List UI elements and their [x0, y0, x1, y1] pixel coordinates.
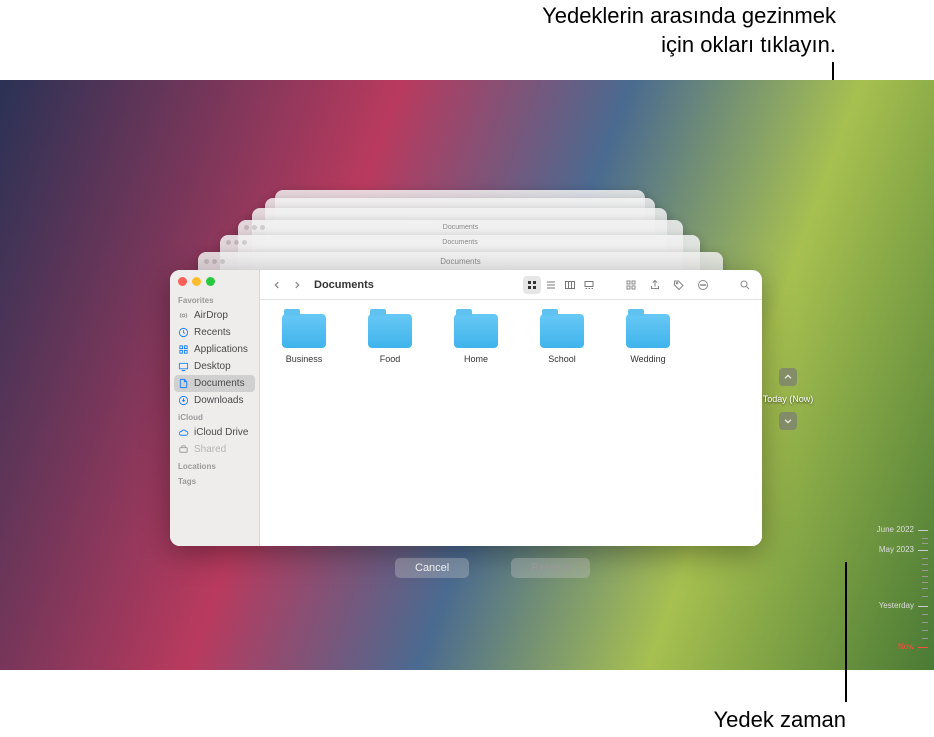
folder-icon [368, 314, 412, 348]
airdrop-icon [178, 310, 189, 321]
timeline-nav: Today (Now) [778, 368, 798, 430]
sidebar-item-applications[interactable]: Applications [170, 341, 259, 358]
finder-body: Favorites AirDrop Recents Applications D… [170, 270, 762, 546]
timeline-label: June 2022 [877, 525, 914, 534]
folder-grid: Business Food Home School [260, 300, 762, 546]
document-icon [178, 378, 189, 389]
download-icon [178, 395, 189, 406]
sidebar-item-label: Desktop [194, 361, 231, 372]
finder-sidebar: Favorites AirDrop Recents Applications D… [170, 270, 260, 546]
folder-label: Wedding [618, 354, 678, 364]
restore-button[interactable]: Restore [511, 558, 590, 578]
sidebar-section-locations: Locations [170, 458, 259, 473]
view-icons-button[interactable] [523, 276, 541, 294]
chevron-down-icon [783, 416, 793, 426]
search-button[interactable] [736, 276, 754, 294]
callout-timeline-line1: Yedek zaman [713, 706, 846, 735]
time-machine-desktop: Documents Documents Documents Favorites … [0, 80, 934, 670]
sidebar-item-shared[interactable]: Shared [170, 441, 259, 458]
view-mode-group [523, 276, 598, 294]
folder-item[interactable]: School [532, 314, 592, 364]
timeline-label: Yesterday [879, 601, 914, 610]
sidebar-item-airdrop[interactable]: AirDrop [170, 307, 259, 324]
folder-icon [454, 314, 498, 348]
window-title: Documents [314, 279, 374, 291]
folder-label: School [532, 354, 592, 364]
cloud-icon [178, 427, 189, 438]
sidebar-item-label: Recents [194, 327, 231, 338]
apps-icon [178, 344, 189, 355]
folder-item[interactable]: Wedding [618, 314, 678, 364]
cancel-button[interactable]: Cancel [395, 558, 469, 578]
folder-icon [540, 314, 584, 348]
folder-item[interactable]: Food [360, 314, 420, 364]
sidebar-item-label: AirDrop [194, 310, 228, 321]
timeline-label: May 2023 [879, 545, 914, 554]
group-button[interactable] [622, 276, 640, 294]
sidebar-item-documents[interactable]: Documents [174, 375, 255, 392]
backup-timeline[interactable]: June 2022 May 2023 Yesterday Now [858, 510, 928, 660]
sidebar-section-tags: Tags [170, 473, 259, 488]
stacked-title: Documents [442, 239, 477, 246]
forward-button[interactable] [288, 276, 306, 294]
callout-arrows: Yedeklerin arasında gezinmek için okları… [542, 2, 836, 59]
timeline-current-label: Today (Now) [763, 394, 814, 404]
view-list-button[interactable] [542, 276, 560, 294]
callout-timeline: Yedek zaman [713, 706, 846, 735]
sidebar-section-icloud: iCloud [170, 409, 259, 424]
sidebar-item-label: Applications [194, 344, 248, 355]
nav-down-button[interactable] [779, 412, 797, 430]
shared-icon [178, 444, 189, 455]
view-columns-button[interactable] [561, 276, 579, 294]
folder-item[interactable]: Business [274, 314, 334, 364]
toolbar-nav [268, 276, 306, 294]
folder-label: Food [360, 354, 420, 364]
callout-arrows-line2: için okları tıklayın. [542, 31, 836, 60]
action-buttons: Cancel Restore [395, 558, 590, 578]
finder-main: Documents [260, 270, 762, 546]
sidebar-item-label: Shared [194, 444, 226, 455]
sidebar-item-downloads[interactable]: Downloads [170, 392, 259, 409]
sidebar-item-label: Documents [194, 378, 245, 389]
close-button[interactable] [178, 277, 187, 286]
sidebar-item-label: iCloud Drive [194, 427, 248, 438]
share-button[interactable] [646, 276, 664, 294]
stacked-title: Documents [443, 224, 478, 231]
sidebar-item-recents[interactable]: Recents [170, 324, 259, 341]
tag-button[interactable] [670, 276, 688, 294]
timeline-label-now: Now [898, 642, 914, 651]
minimize-button[interactable] [192, 277, 201, 286]
window-controls [178, 277, 215, 286]
desktop-icon [178, 361, 189, 372]
folder-icon [626, 314, 670, 348]
fullscreen-button[interactable] [206, 277, 215, 286]
view-gallery-button[interactable] [580, 276, 598, 294]
folder-item[interactable]: Home [446, 314, 506, 364]
callout-leader-bottom [845, 562, 847, 702]
stacked-title: Documents [440, 257, 480, 266]
sidebar-item-label: Downloads [194, 395, 243, 406]
sidebar-item-desktop[interactable]: Desktop [170, 358, 259, 375]
sidebar-item-icloud-drive[interactable]: iCloud Drive [170, 424, 259, 441]
clock-icon [178, 327, 189, 338]
back-button[interactable] [268, 276, 286, 294]
folder-icon [282, 314, 326, 348]
callout-arrows-line1: Yedeklerin arasında gezinmek [542, 2, 836, 31]
finder-window: Favorites AirDrop Recents Applications D… [170, 270, 762, 546]
sidebar-section-favorites: Favorites [170, 292, 259, 307]
folder-label: Home [446, 354, 506, 364]
folder-label: Business [274, 354, 334, 364]
more-button[interactable] [694, 276, 712, 294]
finder-toolbar: Documents [260, 270, 762, 300]
chevron-up-icon [783, 372, 793, 382]
nav-up-button[interactable] [779, 368, 797, 386]
